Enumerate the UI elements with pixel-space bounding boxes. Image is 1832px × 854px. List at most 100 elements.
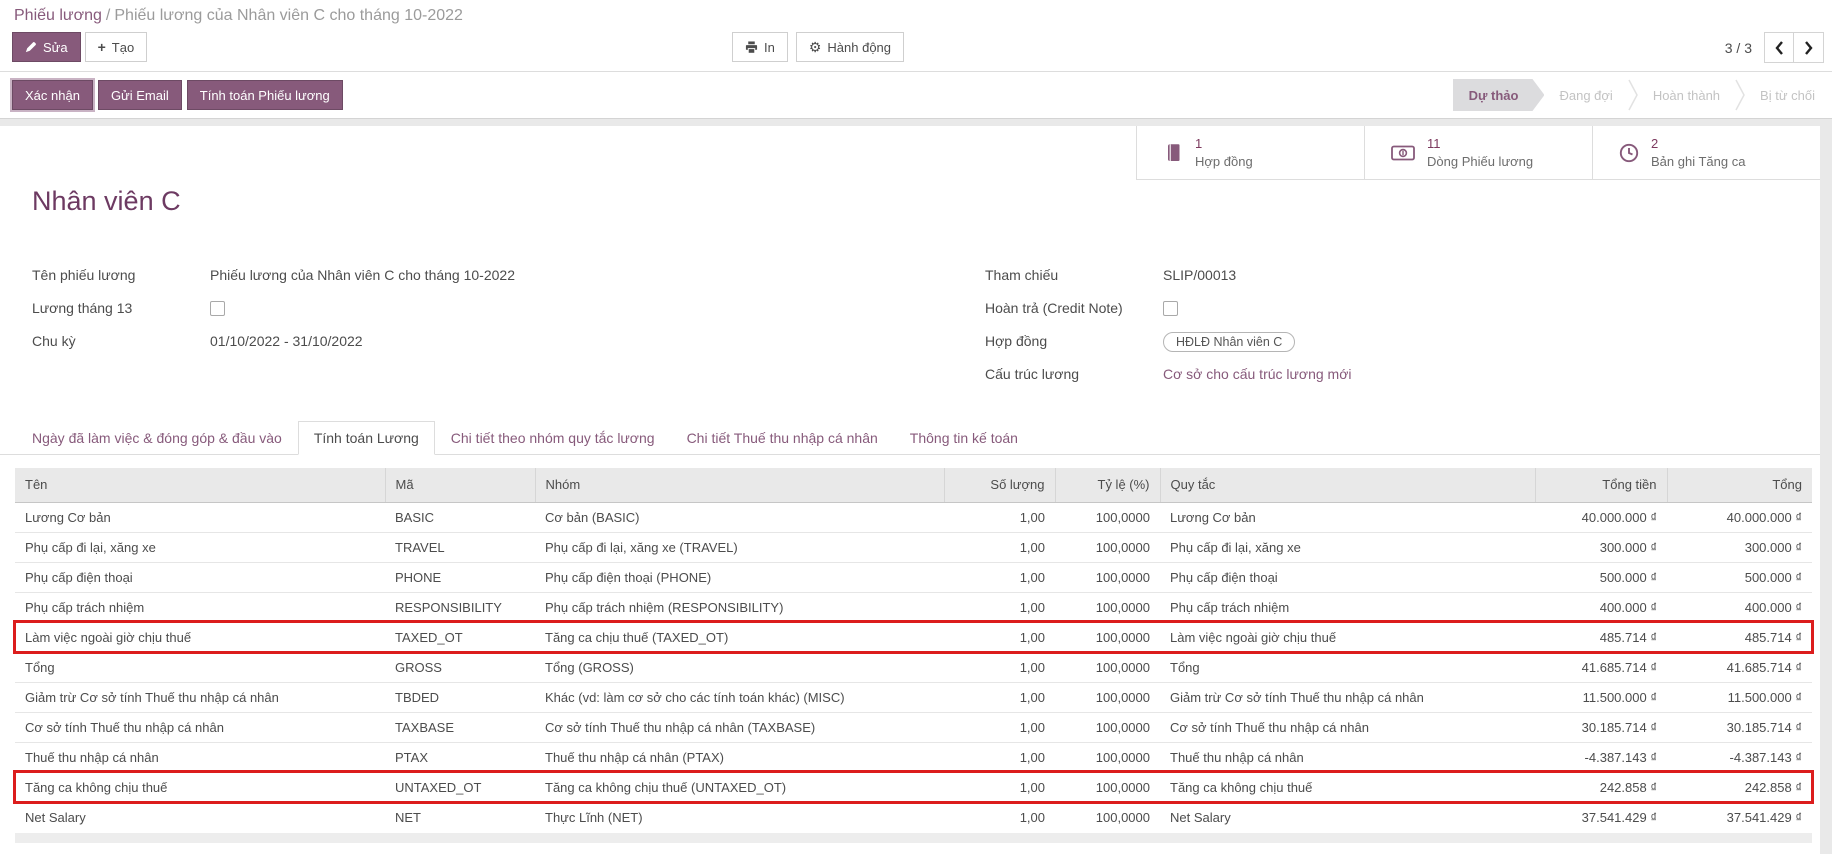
contracts-label: Hợp đồng — [1195, 153, 1253, 171]
cell-total: 41.685.714 ₫ — [1667, 652, 1812, 682]
cell-rule: Phụ cấp trách nhiệm — [1160, 592, 1535, 622]
table-row[interactable]: Tăng ca không chịu thuế UNTAXED_OTTăng ca… — [15, 772, 1812, 802]
payslip-lines-count: 11 — [1427, 135, 1533, 153]
table-row[interactable]: Net SalaryNETThực Lĩnh (NET)1,00100,0000… — [15, 802, 1812, 832]
tab-worked-days[interactable]: Ngày đã làm việc & đóng góp & đầu vào — [16, 421, 298, 455]
column-header-group[interactable]: Nhóm — [535, 468, 944, 502]
edit-button[interactable]: Sửa — [12, 32, 81, 62]
cell-name: Cơ sở tính Thuế thu nhập cá nhân — [15, 712, 385, 742]
cell-name: Thuế thu nhập cá nhân — [15, 742, 385, 772]
column-header-rate[interactable]: Tỷ lệ (%) — [1055, 468, 1160, 502]
cell-name: Tổng — [15, 652, 385, 682]
breadcrumb: Phiếu lương/Phiếu lương của Nhân viên C … — [14, 7, 463, 25]
cell-qty: 1,00 — [944, 532, 1055, 562]
thirteen-month-checkbox[interactable] — [210, 301, 225, 316]
cell-rule: Làm việc ngoài giờ chịu thuế — [1160, 622, 1535, 652]
contract-tag[interactable]: HĐLĐ Nhân viên C — [1163, 332, 1295, 352]
plus-icon: + — [98, 39, 106, 55]
pager-previous-button[interactable] — [1764, 32, 1794, 63]
create-button[interactable]: + Tạo — [85, 32, 148, 62]
cell-rate: 100,0000 — [1055, 622, 1160, 652]
tab-details-by-rule-category[interactable]: Chi tiết theo nhóm quy tắc lương — [435, 421, 671, 455]
control-panel-row-1: Sửa + Tạo In ⚙ Hành động 3 / 3 — [0, 31, 1832, 65]
cell-total: 37.541.429 ₫ — [1667, 802, 1812, 832]
page-title: Nhân viên C — [32, 186, 181, 217]
cell-name: Làm việc ngoài giờ chịu thuế — [15, 622, 385, 652]
cell-name: Net Salary — [15, 802, 385, 832]
cell-group: Thuế thu nhập cá nhân (PTAX) — [535, 742, 944, 772]
print-button[interactable]: In — [732, 32, 788, 62]
table-row[interactable]: Thuế thu nhập cá nhânPTAXThuế thu nhập c… — [15, 742, 1812, 772]
cell-total: 400.000 ₫ — [1667, 592, 1812, 622]
cell-total: 500.000 ₫ — [1667, 562, 1812, 592]
breadcrumb-separator: / — [102, 7, 114, 24]
credit-note-checkbox[interactable] — [1163, 301, 1178, 316]
table-row[interactable]: Lương Cơ bảnBASICCơ bản (BASIC)1,00100,0… — [15, 502, 1812, 532]
contracts-count: 1 — [1195, 135, 1253, 153]
reference-label: Tham chiếu — [985, 266, 1163, 283]
column-header-rule[interactable]: Quy tắc — [1160, 468, 1535, 502]
cell-rate: 100,0000 — [1055, 802, 1160, 832]
tab-accounting-info[interactable]: Thông tin kế toán — [894, 421, 1034, 455]
statusbar: Dự thảo Đang đợi Hoàn thành Bị từ chối — [1453, 79, 1830, 111]
column-header-amount[interactable]: Tổng tiền — [1535, 468, 1667, 502]
pager-next-button[interactable] — [1794, 32, 1824, 63]
cell-name: Phụ cấp trách nhiệm — [15, 592, 385, 622]
cell-code: UNTAXED_OT — [385, 772, 535, 802]
table-row[interactable]: Phụ cấp điện thoạiPHONEPhụ cấp điện thoạ… — [15, 562, 1812, 592]
column-header-quantity[interactable]: Số lượng — [944, 468, 1055, 502]
action-button[interactable]: ⚙ Hành động — [796, 32, 904, 62]
stage-separator-icon — [1735, 79, 1745, 111]
cell-qty: 1,00 — [944, 742, 1055, 772]
cell-amount: 300.000 ₫ — [1535, 532, 1667, 562]
printer-icon — [745, 41, 758, 54]
table-row[interactable]: Phụ cấp đi lại, xăng xeTRAVELPhụ cấp đi … — [15, 532, 1812, 562]
cell-rule: Phụ cấp điện thoại — [1160, 562, 1535, 592]
reference-value: SLIP/00013 — [1163, 266, 1236, 283]
stage-separator-icon — [1628, 79, 1638, 111]
status-stage-draft[interactable]: Dự thảo — [1453, 79, 1545, 111]
cell-group: Tăng ca chịu thuế (TAXED_OT) — [535, 622, 944, 652]
table-row[interactable]: Làm việc ngoài giờ chịu thuếTAXED_OTTăng… — [15, 622, 1812, 652]
table-row[interactable]: Cơ sở tính Thuế thu nhập cá nhânTAXBASEC… — [15, 712, 1812, 742]
cell-rule: Tăng ca không chịu thuế — [1160, 772, 1535, 802]
pager: 3 / 3 — [1725, 32, 1824, 63]
cell-qty: 1,00 — [944, 622, 1055, 652]
cell-qty: 1,00 — [944, 802, 1055, 832]
chevron-right-icon — [1804, 40, 1814, 56]
cell-rate: 100,0000 — [1055, 652, 1160, 682]
cell-name: Phụ cấp đi lại, xăng xe — [15, 532, 385, 562]
action-button-label: Hành động — [827, 40, 891, 55]
column-header-name[interactable]: Tên — [15, 468, 385, 502]
table-row[interactable]: TổngGROSSTổng (GROSS)1,00100,0000Tổng41.… — [15, 652, 1812, 682]
cell-amount: 40.000.000 ₫ — [1535, 502, 1667, 532]
salary-structure-link[interactable]: Cơ sở cho cấu trúc lương mới — [1163, 365, 1351, 382]
contracts-smart-button[interactable]: 1 Hợp đồng — [1136, 126, 1364, 179]
status-stage-done[interactable]: Hoàn thành — [1638, 79, 1735, 111]
breadcrumb-current: Phiếu lương của Nhân viên C cho tháng 10… — [114, 7, 463, 24]
cell-amount: 30.185.714 ₫ — [1535, 712, 1667, 742]
cell-group: Cơ bản (BASIC) — [535, 502, 944, 532]
column-header-total[interactable]: Tổng — [1667, 468, 1812, 502]
table-row[interactable]: Phụ cấp trách nhiệmRESPONSIBILITYPhụ cấp… — [15, 592, 1812, 622]
status-stage-waiting[interactable]: Đang đợi — [1544, 79, 1627, 111]
payslip-lines-smart-button[interactable]: 11 Dòng Phiếu lương — [1364, 126, 1592, 179]
confirm-button[interactable]: Xác nhận — [12, 80, 93, 110]
cell-amount: 37.541.429 ₫ — [1535, 802, 1667, 832]
status-stage-rejected[interactable]: Bị từ chối — [1745, 79, 1830, 111]
compute-payslip-button[interactable]: Tính toán Phiếu lương — [187, 80, 343, 110]
control-panel-row-2: Xác nhận Gửi Email Tính toán Phiếu lương… — [0, 72, 1832, 119]
table-row[interactable]: Giảm trừ Cơ sở tính Thuế thu nhập cá nhâ… — [15, 682, 1812, 712]
cell-qty: 1,00 — [944, 772, 1055, 802]
tab-salary-computation[interactable]: Tính toán Lương — [298, 421, 435, 455]
column-header-code[interactable]: Mã — [385, 468, 535, 502]
payslip-lines-body: Lương Cơ bảnBASICCơ bản (BASIC)1,00100,0… — [15, 502, 1812, 832]
tab-personal-income-tax[interactable]: Chi tiết Thuế thu nhập cá nhân — [671, 421, 894, 455]
cell-total: -4.387.143 ₫ — [1667, 742, 1812, 772]
cell-code: BASIC — [385, 502, 535, 532]
overtime-records-smart-button[interactable]: 2 Bản ghi Tăng ca — [1592, 126, 1820, 179]
breadcrumb-root-link[interactable]: Phiếu lương — [14, 7, 102, 24]
send-email-button[interactable]: Gửi Email — [98, 80, 182, 110]
cell-total: 11.500.000 ₫ — [1667, 682, 1812, 712]
cell-group: Tăng ca không chịu thuế (UNTAXED_OT) — [535, 772, 944, 802]
